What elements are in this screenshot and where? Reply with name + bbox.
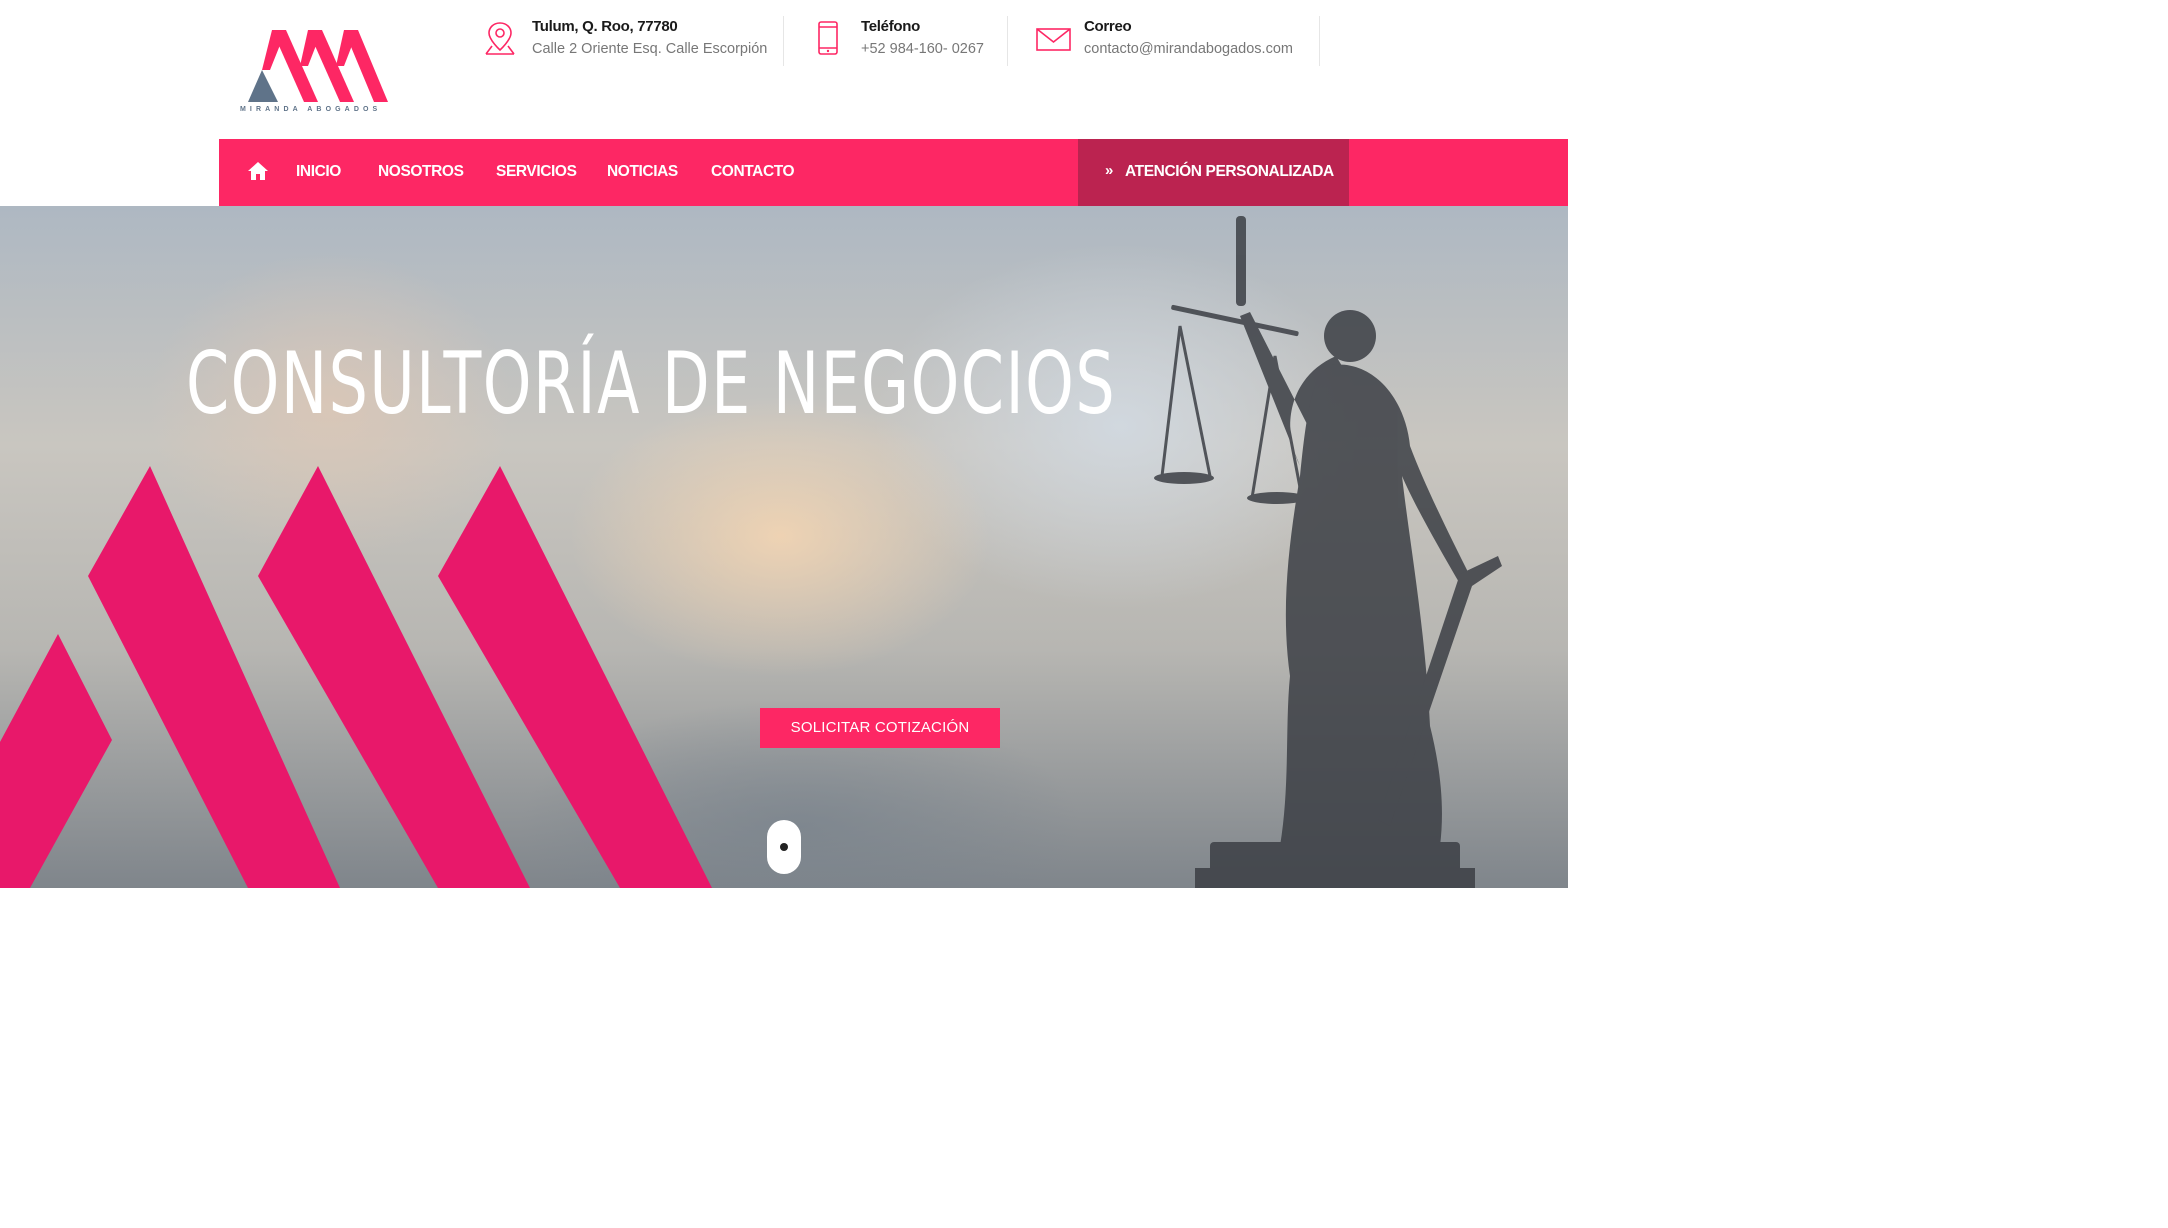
address-title: Tulum, Q. Roo, 77780: [532, 18, 678, 35]
logo-mark: [248, 30, 388, 102]
location-pin-icon: [485, 22, 515, 55]
hero-title: CONSULTORÍA DE NEGOCIOS: [186, 334, 1117, 434]
nav-inicio[interactable]: INICIO: [296, 163, 341, 181]
cta-label: ATENCIÓN PERSONALIZADA: [1125, 163, 1334, 180]
nav-noticias[interactable]: NOTICIAS: [607, 163, 678, 181]
double-chevron-right-icon: »: [1105, 162, 1114, 179]
nav-contacto[interactable]: CONTACTO: [711, 163, 795, 181]
phone-block: Teléfono +52 984-160- 0267: [813, 16, 993, 66]
email-address[interactable]: contacto@mirandabogados.com: [1084, 41, 1293, 57]
request-quote-button[interactable]: SOLICITAR COTIZACIÓN: [760, 708, 1000, 748]
personalized-attention-button[interactable]: » ATENCIÓN PERSONALIZADA: [1078, 139, 1349, 206]
phone-number[interactable]: +52 984-160- 0267: [861, 41, 984, 57]
main-navigation: INICIO NOSOTROS SERVICIOS NOTICIAS CONTA…: [219, 139, 1568, 206]
mobile-phone-icon: [818, 21, 838, 55]
nav-servicios[interactable]: SERVICIOS: [496, 163, 577, 181]
mouse-scroll-icon[interactable]: [767, 820, 801, 874]
address-detail: Calle 2 Oriente Esq. Calle Escorpión: [532, 41, 768, 57]
address-block: Tulum, Q. Roo, 77780 Calle 2 Oriente Esq…: [484, 16, 774, 66]
home-icon[interactable]: [247, 161, 269, 181]
scroll-indicator-dot: [780, 843, 788, 851]
brand-logo[interactable]: MIRANDA ABOGADOS: [240, 26, 392, 118]
logo-wordmark: MIRANDA ABOGADOS: [240, 106, 382, 113]
top-header: MIRANDA ABOGADOS Tulum, Q. Roo, 77780 Ca…: [0, 0, 1568, 139]
hero-brand-stripes: [0, 466, 712, 888]
header-divider: [783, 16, 784, 66]
email-title: Correo: [1084, 18, 1132, 35]
header-divider: [1007, 16, 1008, 66]
header-divider: [1319, 16, 1320, 66]
lady-justice-statue-image: [1154, 216, 1502, 888]
phone-title: Teléfono: [861, 18, 920, 35]
email-block: Correo contacto@mirandabogados.com: [1036, 16, 1306, 66]
hero-slider: CONSULTORÍA DE NEGOCIOS SOLICITAR COTIZA…: [0, 206, 1568, 888]
envelope-icon: [1036, 28, 1071, 51]
nav-nosotros[interactable]: NOSOTROS: [378, 163, 464, 181]
